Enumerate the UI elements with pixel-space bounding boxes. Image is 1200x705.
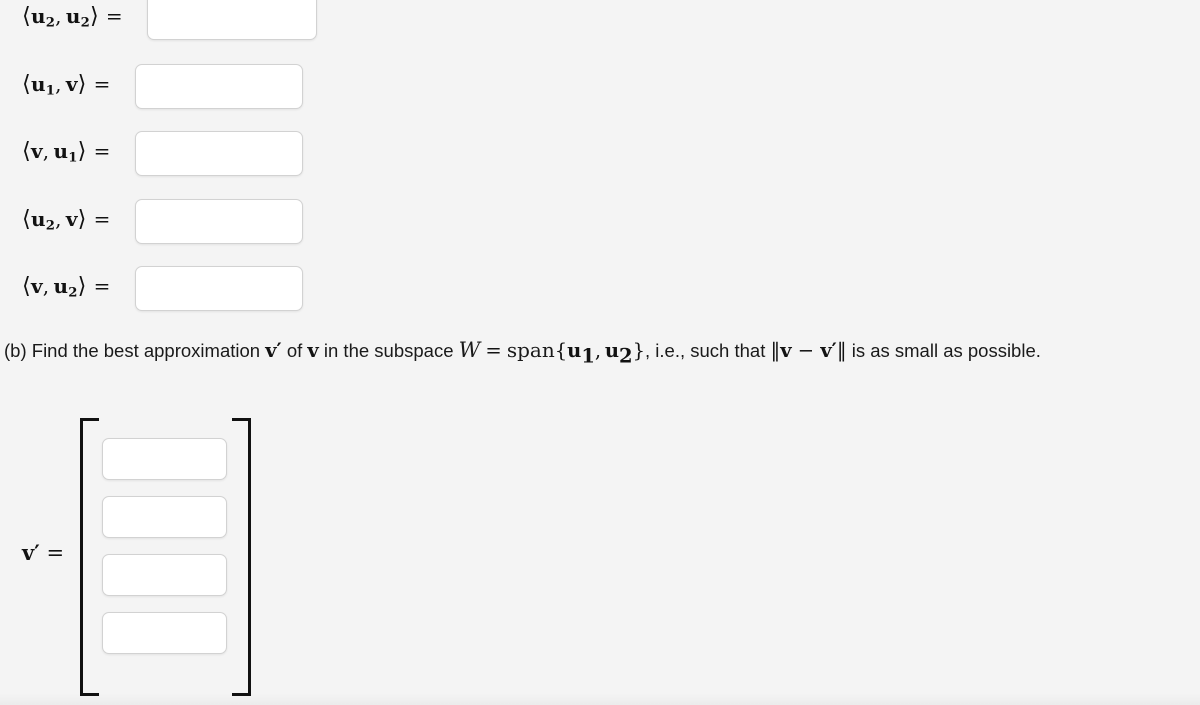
matrix-left-bracket <box>80 418 99 696</box>
equals-sign: = <box>93 72 111 96</box>
inner-product-label-u2-u2: ⟨u2, u2⟩ = <box>22 3 123 31</box>
input-inner-product-v-u2[interactable] <box>135 266 303 311</box>
vector-symbol: u <box>53 139 69 163</box>
vector-symbol: u <box>53 274 69 298</box>
vector-subscript: 1 <box>581 344 595 368</box>
comma: , <box>55 72 62 96</box>
vector-symbol: u <box>30 72 46 96</box>
comma: , <box>42 139 50 163</box>
set-open-brace: { <box>554 339 568 362</box>
vector-symbol: v <box>65 207 78 231</box>
angle-open-bracket-icon: ⟨ <box>22 138 31 164</box>
equals-sign: = <box>46 541 65 565</box>
inner-product-row-u2-u2: ⟨u2, u2⟩ = <box>22 3 123 31</box>
page-bottom-shading <box>0 693 1200 705</box>
vector-subscript: 1 <box>68 150 78 166</box>
inner-product-label-u1-v: ⟨u1, v⟩ = <box>22 71 111 99</box>
vector-symbol: u <box>567 339 582 362</box>
v-prime-symbol: v′ <box>265 339 282 362</box>
norm-close-bars: ‖ <box>836 339 847 362</box>
angle-open-bracket-icon: ⟨ <box>22 206 31 232</box>
vector-symbol: u <box>30 207 46 231</box>
angle-open-bracket-icon: ⟨ <box>22 273 31 299</box>
statement-ie-text: , i.e., such that <box>645 340 766 361</box>
input-answer-vector-entry-4[interactable] <box>102 612 227 654</box>
statement-of-text: of <box>286 340 303 361</box>
input-inner-product-u2-v[interactable] <box>135 199 303 244</box>
vector-subscript: 1 <box>45 83 56 99</box>
equals-sign: = <box>93 139 111 163</box>
vector-symbol: u <box>30 4 46 28</box>
statement-tail-text: is as small as possible. <box>851 340 1041 361</box>
input-inner-product-u2-u2[interactable] <box>147 0 317 40</box>
comma: , <box>594 339 602 362</box>
vector-subscript: 2 <box>619 344 633 368</box>
vector-symbol: u <box>604 339 620 362</box>
norm-expression: ‖v − v′‖ <box>770 339 846 362</box>
inner-product-row-v-u1: ⟨v, u1⟩ = <box>22 138 111 166</box>
input-inner-product-v-u1[interactable] <box>135 131 303 176</box>
inner-product-label-v-u1: ⟨v, u1⟩ = <box>22 138 111 166</box>
inner-product-row-u2-v: ⟨u2, v⟩ = <box>22 206 111 234</box>
comma: , <box>42 274 50 298</box>
answer-vector-label: v′ = <box>22 540 64 565</box>
v-prime-symbol: v′ <box>820 339 837 362</box>
angle-close-bracket-icon: ⟩ <box>77 71 87 97</box>
inner-product-row-v-u2: ⟨v, u2⟩ = <box>22 273 111 301</box>
equals-sign: = <box>105 4 123 28</box>
angle-close-bracket-icon: ⟩ <box>77 273 87 299</box>
subspace-W-symbol: W <box>458 338 481 362</box>
v-prime-symbol: v′ <box>22 540 40 565</box>
angle-open-bracket-icon: ⟨ <box>22 71 31 97</box>
matrix-right-bracket <box>232 418 251 696</box>
v-symbol: v <box>307 339 319 362</box>
minus-sign: − <box>797 339 815 362</box>
angle-open-bracket-icon: ⟨ <box>22 3 31 29</box>
comma: , <box>55 207 62 231</box>
part-label-b: (b) <box>4 340 27 361</box>
vector-symbol: u <box>65 4 81 28</box>
vector-subscript: 2 <box>80 15 90 31</box>
inner-product-label-u2-v: ⟨u2, v⟩ = <box>22 206 111 234</box>
vector-symbol: v <box>30 274 43 298</box>
vector-subscript: 2 <box>68 285 78 301</box>
problem-statement-b: (b) Find the best approximation v′ of v … <box>4 336 1184 366</box>
norm-open-bars: ‖ <box>770 339 781 362</box>
inner-product-label-v-u2: ⟨v, u2⟩ = <box>22 273 111 301</box>
input-answer-vector-entry-2[interactable] <box>102 496 227 538</box>
v-symbol: v <box>780 339 792 362</box>
equals-sign: = <box>485 339 502 362</box>
angle-close-bracket-icon: ⟩ <box>89 3 99 29</box>
set-close-brace: } <box>632 339 646 362</box>
input-inner-product-u1-v[interactable] <box>135 64 303 109</box>
input-answer-vector-entry-3[interactable] <box>102 554 227 596</box>
angle-close-bracket-icon: ⟩ <box>77 138 87 164</box>
inner-product-row-u1-v: ⟨u1, v⟩ = <box>22 71 111 99</box>
worksheet-page: ⟨u2, u2⟩ = ⟨u1, v⟩ = ⟨v, u1⟩ = ⟨u2, v⟩ = ⟨v,… <box>0 0 1200 705</box>
vector-symbol: v <box>65 72 78 96</box>
vector-subscript: 2 <box>45 218 56 234</box>
span-operator: span <box>506 338 555 362</box>
vector-symbol: v <box>30 139 43 163</box>
statement-mid-text: in the subspace <box>323 340 454 361</box>
angle-close-bracket-icon: ⟩ <box>77 206 87 232</box>
vector-subscript: 2 <box>45 15 56 31</box>
statement-lead-text: Find the best approximation <box>31 340 261 361</box>
equals-sign: = <box>93 207 111 231</box>
equals-sign: = <box>93 274 111 298</box>
input-answer-vector-entry-1[interactable] <box>102 438 227 480</box>
comma: , <box>55 4 62 28</box>
